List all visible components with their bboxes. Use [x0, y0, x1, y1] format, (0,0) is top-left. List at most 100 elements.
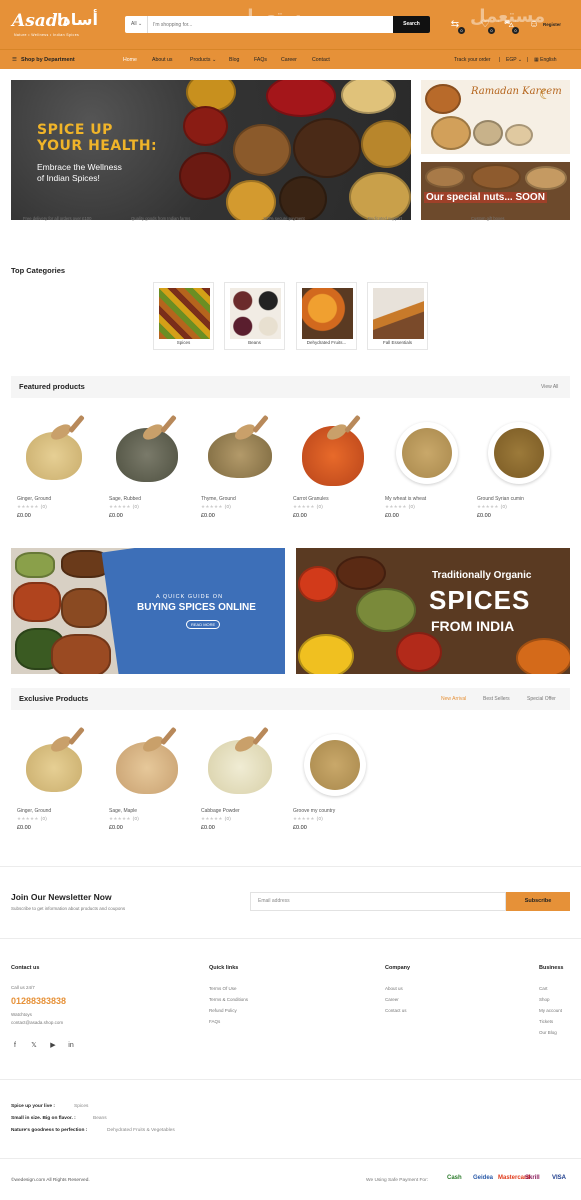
- phone-number[interactable]: 01288383838: [11, 996, 66, 1006]
- product-name[interactable]: Groove my country: [293, 808, 335, 814]
- footer-quick-links-title: Quick links: [209, 965, 239, 971]
- product-name[interactable]: Sage, Maple: [109, 808, 137, 814]
- nav-blog[interactable]: Blog: [229, 50, 239, 70]
- review-count: (0): [40, 504, 48, 509]
- geidea-payment-icon: Geidea: [473, 1175, 494, 1181]
- product-card[interactable]: Ground Syrian cumin ★★★★★ (0) £0.00: [471, 414, 557, 524]
- product-name[interactable]: Thyme, Ground: [201, 496, 236, 502]
- search-category-select[interactable]: All ⌄: [125, 16, 148, 33]
- wishlist-icon[interactable]: ♡ 0: [478, 18, 495, 34]
- nav-about[interactable]: About us: [152, 50, 172, 70]
- footer-link[interactable]: Career: [385, 997, 399, 1002]
- buying-guide-banner[interactable]: A QUICK GUIDE ON BUYING SPICES ONLINE RE…: [11, 548, 285, 674]
- nuts-promo-banner[interactable]: Our special nuts... SOON: [421, 162, 570, 220]
- track-order-link[interactable]: Track your order: [454, 50, 491, 70]
- organic-line-1: Traditionally Organic: [432, 570, 532, 581]
- category-card-beans[interactable]: Beans: [224, 282, 285, 350]
- product-name[interactable]: Ginger, Ground: [17, 496, 51, 502]
- search-button[interactable]: Search: [393, 16, 430, 33]
- footer-link[interactable]: Refund Policy: [209, 1008, 237, 1013]
- category-card-dehydrated-fruits[interactable]: Dehydrated Fruits...: [296, 282, 357, 350]
- footer-link[interactable]: My account: [539, 1008, 562, 1013]
- product-card[interactable]: Ginger, Ground ★★★★★ (0) £0.00: [11, 726, 97, 836]
- product-card[interactable]: My wheat is wheat ★★★★★ (0) £0.00: [379, 414, 465, 524]
- ramadan-promo-banner[interactable]: Ramadan Kareem ☾: [421, 80, 570, 154]
- product-card[interactable]: Sage, Rubbed ★★★★★ (0) £0.00: [103, 414, 189, 524]
- payment-label: We Using Safe Payment For:: [366, 1178, 429, 1183]
- product-name[interactable]: Cabbage Powder: [201, 808, 240, 814]
- wishlist-count: 0: [488, 27, 495, 34]
- cart-icon[interactable]: ⛍ 0: [502, 18, 519, 34]
- tab-best-sellers[interactable]: Best Sellers: [483, 688, 510, 710]
- category-card-spices[interactable]: Spices: [153, 282, 214, 350]
- tagline-label: Spice up your live :: [11, 1104, 55, 1109]
- product-name[interactable]: Ginger, Ground: [17, 808, 51, 814]
- product-name[interactable]: Ground Syrian cumin: [477, 496, 524, 502]
- facebook-icon[interactable]: f: [11, 1042, 19, 1050]
- product-card[interactable]: Groove my country ★★★★★ (0) £0.00: [287, 726, 373, 836]
- read-more-button[interactable]: READ MORE: [186, 620, 221, 629]
- view-all-link[interactable]: View All: [541, 376, 558, 398]
- product-name[interactable]: Sage, Rubbed: [109, 496, 141, 502]
- compare-icon[interactable]: ⇆ 0: [448, 18, 465, 34]
- nav-home[interactable]: Home: [123, 50, 137, 70]
- tagline-link[interactable]: Spices: [74, 1104, 88, 1109]
- divider: |: [527, 57, 529, 63]
- product-card[interactable]: Carrot Granules ★★★★★ (0) £0.00: [287, 414, 373, 524]
- x-twitter-icon[interactable]: 𝕏: [30, 1042, 38, 1050]
- language-select[interactable]: ▦ English: [534, 50, 557, 70]
- logo-arabic: أسادا: [57, 12, 98, 29]
- footer-link[interactable]: Shop: [539, 997, 550, 1002]
- tab-new-arrival[interactable]: New Arrival: [441, 688, 466, 710]
- organic-spices-banner[interactable]: Traditionally Organic SPICES FROM INDIA: [296, 548, 570, 674]
- tagline-link[interactable]: Beans: [93, 1116, 107, 1121]
- watermark: مستعمل: [238, 6, 314, 26]
- nav-contact[interactable]: Contact: [312, 50, 330, 70]
- linkedin-icon[interactable]: in: [67, 1042, 75, 1050]
- product-card[interactable]: Sage, Maple ★★★★★ (0) £0.00: [103, 726, 189, 836]
- tagline-link[interactable]: Dehydrated Fruits & Vegetables: [107, 1128, 175, 1133]
- footer-link[interactable]: FAQs: [209, 1019, 220, 1024]
- user-icon[interactable]: ☺: [527, 18, 541, 32]
- nuts-image: [471, 164, 521, 190]
- footer-link[interactable]: About us: [385, 986, 403, 991]
- product-card[interactable]: Ginger, Ground ★★★★★ (0) £0.00: [11, 414, 97, 524]
- footer-link[interactable]: Terms Of Use: [209, 986, 237, 991]
- category-image: [230, 288, 281, 339]
- product-card[interactable]: Thyme, Ground ★★★★★ (0) £0.00: [195, 414, 281, 524]
- rating-stars: ★★★★★ (0): [17, 816, 48, 821]
- rating-stars: ★★★★★ (0): [201, 504, 232, 509]
- site-logo[interactable]: Asada أسادا Nature • Wellness • Indian S…: [12, 8, 112, 40]
- nav-faqs[interactable]: FAQs: [254, 50, 267, 70]
- category-card-fall-essentials[interactable]: Fall Essentials: [367, 282, 428, 350]
- spice-bowl-image: [361, 120, 411, 168]
- footer-link[interactable]: Terms & Conditions: [209, 997, 248, 1002]
- newsletter-title: Join Our Newsletter Now: [11, 892, 112, 902]
- review-count: (0): [316, 504, 324, 509]
- tab-special-offer[interactable]: Special Offer: [527, 688, 556, 710]
- footer-link[interactable]: Contact us: [385, 1008, 407, 1013]
- language-value: English: [540, 57, 557, 63]
- currency-select[interactable]: EGP ⌄: [506, 50, 522, 70]
- footer-link[interactable]: Our Blog: [539, 1030, 557, 1035]
- newsletter-email-input[interactable]: Email address: [250, 892, 506, 911]
- product-card[interactable]: Cabbage Powder ★★★★★ (0) £0.00: [195, 726, 281, 836]
- hero-banner[interactable]: SPICE UP YOUR HEALTH: Embrace the Wellne…: [11, 80, 411, 220]
- register-link[interactable]: Register: [543, 22, 561, 27]
- shop-by-department[interactable]: ☰ Shop by Department: [12, 50, 75, 70]
- nav-career[interactable]: Career: [281, 50, 297, 70]
- product-name[interactable]: My wheat is wheat: [385, 496, 426, 502]
- nav-products[interactable]: Products ⌄: [190, 50, 216, 70]
- subscribe-button[interactable]: Subscribe: [506, 892, 570, 911]
- divider: [0, 866, 581, 867]
- spice-bowl-image: [349, 172, 411, 220]
- spice-bowl-image: [233, 124, 291, 176]
- tagline-label: Small in size. Big on flavor. :: [11, 1116, 76, 1121]
- feature-strip: Free delivery for all orders over £100 Q…: [11, 216, 570, 230]
- product-name[interactable]: Carrot Granules: [293, 496, 329, 502]
- email-link[interactable]: contact@asada.shop.com: [11, 1020, 63, 1025]
- youtube-icon[interactable]: ▶: [49, 1042, 57, 1050]
- footer-link[interactable]: Tickets: [539, 1019, 553, 1024]
- product-price: £0.00: [201, 825, 215, 831]
- footer-link[interactable]: Cart: [539, 986, 548, 991]
